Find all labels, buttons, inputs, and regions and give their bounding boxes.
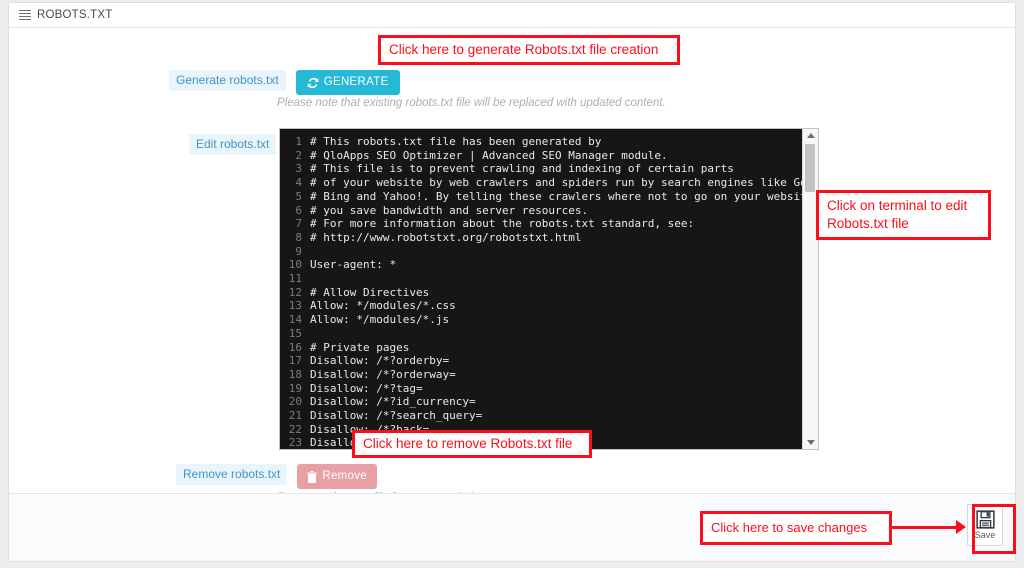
code-line: 7 # For more information about the robots… [280,217,802,231]
code-line: 5 # Bing and Yahoo!. By telling these cra… [280,190,802,204]
code-line-number: 6 [295,203,302,217]
screenshot-root: ROBOTS.TXT Generate robots.txt GENERATE … [0,0,1024,568]
annotation-save-text: Click here to save changes [711,520,868,535]
code-line-number: 1 [295,135,302,148]
code-line: 18 Disallow: /*?orderway= [280,368,802,382]
terminal-code-area[interactable]: 1 # This robots.txt file has been generat… [280,129,802,449]
code-line-number: 5 [295,189,302,203]
code-line: 17 Disallow: /*?orderby= [280,354,802,368]
remove-row: Remove robots.txt Remove [176,464,377,489]
page-title: ROBOTS.TXT [37,9,113,21]
code-line: 2 # QloApps SEO Optimizer | Advanced SEO … [280,149,802,163]
trash-icon [307,470,318,483]
code-line: 13 Allow: */modules/*.css [280,299,802,313]
code-line-text: Allow: */modules/*.css [310,299,456,313]
code-line-text: # of your website by web crawlers and sp… [310,176,802,190]
annotation-save: Click here to save changes [700,511,892,545]
annotation-arrow-line [890,526,958,529]
code-line: 16 # Private pages [280,341,802,355]
code-line: 15 [280,327,802,341]
code-line-number: 11 [288,272,302,286]
code-line: 6 # you save bandwidth and server resourc… [280,204,802,218]
annotation-generate: Click here to generate Robots.txt file c… [378,35,680,65]
code-line: 1 # This robots.txt file has been generat… [280,135,802,149]
generate-row: Generate robots.txt GENERATE [169,70,400,95]
remove-button-label: Remove [322,469,367,482]
annotation-remove-text: Click here to remove Robots.txt file [363,436,573,451]
remove-robots-label: Remove robots.txt [176,464,288,485]
code-line-text: Disallow: /*?orderway= [310,367,456,381]
annotation-terminal-line2: Robots.txt file [827,216,909,231]
annotation-terminal-line1: Click on terminal to edit [827,198,968,213]
panel-header: ROBOTS.TXT [9,3,1015,28]
robots-txt-panel: ROBOTS.TXT Generate robots.txt GENERATE … [8,2,1016,562]
code-line-text: # Allow Directives [310,285,430,299]
annotation-save-highlight [972,504,1016,554]
code-line-number: 21 [288,409,302,423]
remove-button[interactable]: Remove [297,464,377,489]
code-line-number: 19 [288,381,302,395]
code-line-number: 16 [288,340,302,354]
generate-robots-label: Generate robots.txt [169,70,286,91]
list-lines-icon [19,9,31,21]
code-line-number: 23 [288,436,302,449]
generate-button[interactable]: GENERATE [295,70,400,95]
scroll-up-arrow-icon[interactable] [803,129,818,142]
code-line-text: # Private pages [310,340,410,354]
annotation-arrow-head-icon [956,520,966,534]
code-line-number: 17 [288,354,302,368]
generate-button-label: GENERATE [323,75,389,88]
generate-hint: Please note that existing robots.txt fil… [277,97,666,109]
code-line: 21 Disallow: /*?search_query= [280,409,802,423]
code-line-text: # This file is to prevent crawling and i… [310,162,734,176]
panel-body: Generate robots.txt GENERATE Please note… [9,28,1015,504]
code-line-number: 15 [288,326,302,340]
edit-robots-label: Edit robots.txt [189,134,277,155]
code-line-text: # you save bandwidth and server resource… [310,203,589,217]
code-line-number: 12 [288,285,302,299]
robots-txt-editor[interactable]: 1 # This robots.txt file has been generat… [279,128,819,450]
scrollbar-thumb[interactable] [805,144,815,192]
code-line-text: Disallow: /*?search_query= [310,409,483,423]
editor-scrollbar[interactable] [802,129,818,449]
code-line-number: 3 [295,162,302,176]
code-line-number: 2 [295,148,302,162]
code-line-number: 20 [288,395,302,409]
code-line-number: 18 [288,367,302,381]
code-line: 8 # http://www.robotstxt.org/robotstxt.ht… [280,231,802,245]
code-line: 9 [280,245,802,259]
code-line-text: # http://www.robotstxt.org/robotstxt.htm… [310,230,582,244]
code-line-number: 9 [295,244,302,258]
code-line-number: 4 [295,176,302,190]
code-line: 11 [280,272,802,286]
code-line-text: Disallow: /*?id_currency= [310,395,476,409]
code-line: 19 Disallow: /*?tag= [280,382,802,396]
annotation-generate-text: Click here to generate Robots.txt file c… [389,42,659,57]
code-line-number: 8 [295,230,302,244]
code-line-text: Disallow: /*?tag= [310,381,423,395]
code-line-text: # This robots.txt file has been generate… [310,135,602,148]
code-line-number: 22 [288,422,302,436]
code-line: 10 User-agent: * [280,258,802,272]
code-line-text: # Bing and Yahoo!. By telling these craw… [310,189,802,203]
code-line-number: 7 [295,217,302,231]
code-line-number: 13 [288,299,302,313]
annotation-terminal: Click on terminal to edit Robots.txt fil… [816,190,991,240]
code-line: 20 Disallow: /*?id_currency= [280,395,802,409]
code-line-text: User-agent: * [310,258,397,272]
code-line-number: 10 [288,258,302,272]
annotation-remove: Click here to remove Robots.txt file [352,430,592,458]
code-line: 4 # of your website by web crawlers and s… [280,176,802,190]
code-line: 3 # This file is to prevent crawling and … [280,162,802,176]
code-line-text: # QloApps SEO Optimizer | Advanced SEO M… [310,148,668,162]
code-line-text: # For more information about the robots.… [310,217,695,231]
code-line: 12 # Allow Directives [280,286,802,300]
refresh-icon [307,77,319,89]
code-line-text: Allow: */modules/*.js [310,313,450,327]
scroll-down-arrow-icon[interactable] [803,436,818,449]
code-line-text: Disallow: /*?orderby= [310,354,450,368]
code-line-number: 14 [288,313,302,327]
edit-row: Edit robots.txt [189,134,277,155]
code-line: 14 Allow: */modules/*.js [280,313,802,327]
